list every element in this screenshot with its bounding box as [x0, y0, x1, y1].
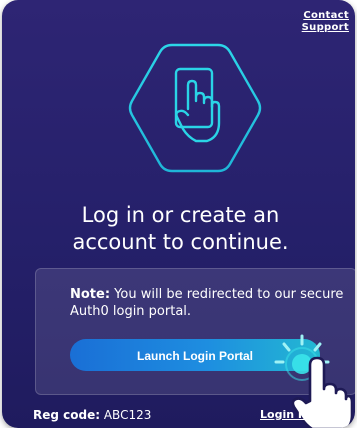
contact-link-line1: Contact: [303, 10, 349, 21]
note-label: Note:: [70, 287, 111, 302]
contact-link-line2: Support: [301, 22, 349, 33]
hand-tap-phone-icon: [128, 43, 262, 173]
reg-code-value: ABC123: [100, 408, 152, 422]
reg-code-label: Reg code:: [33, 408, 101, 422]
contact-support-link[interactable]: Contact Support: [289, 10, 349, 34]
headline-line1: Log in or create an: [81, 203, 280, 227]
note-text: Note: You will be redirected to our secu…: [70, 286, 350, 320]
login-card: Contact Support Log in or create an acco…: [2, 0, 355, 428]
login-help-link[interactable]: Login H: [260, 408, 307, 421]
registration-code: Reg code: ABC123: [33, 408, 151, 422]
footer: Reg code: ABC123 Login H: [2, 404, 355, 428]
headline-line2: account to continue.: [72, 230, 289, 254]
note-message: You will be redirected to our secure Aut…: [70, 287, 344, 319]
page-headline: Log in or create an account to continue.: [2, 202, 355, 256]
